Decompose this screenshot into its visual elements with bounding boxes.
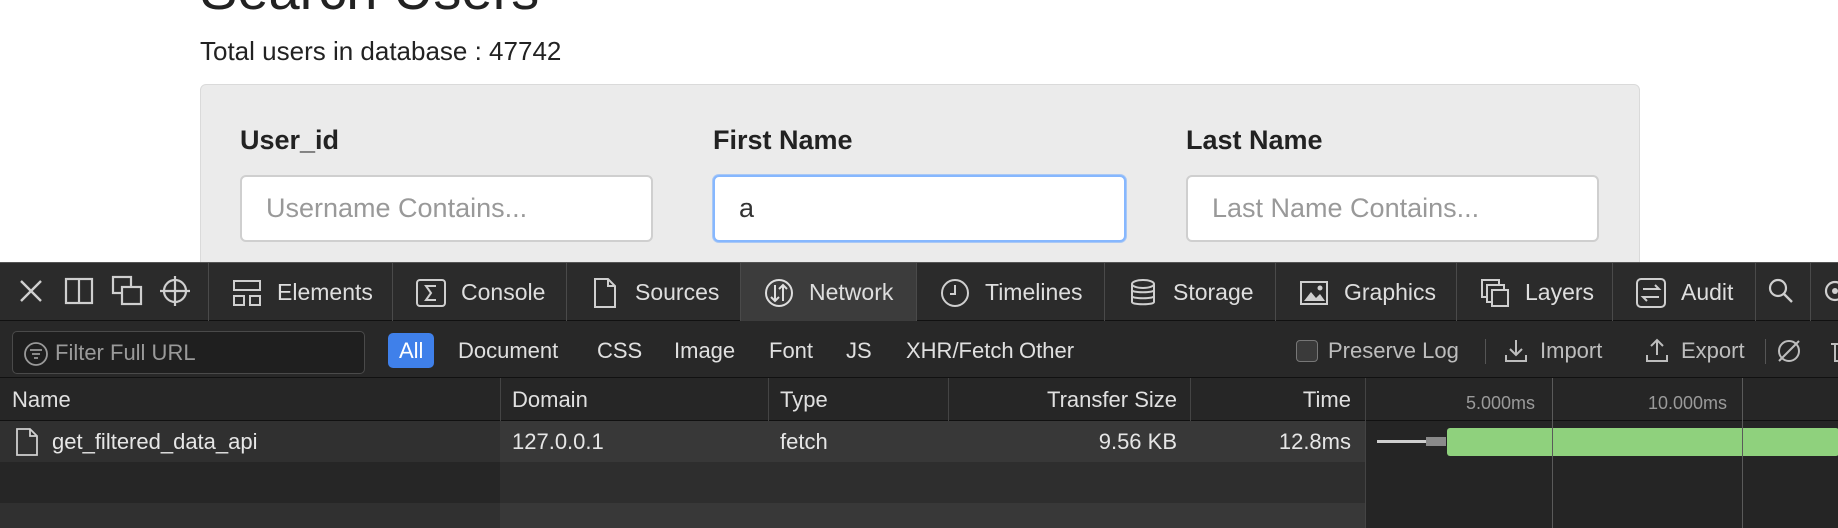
tab-timelines[interactable]: Timelines — [917, 263, 1104, 322]
settings-icon[interactable] — [1818, 274, 1838, 308]
tab-elements-label: Elements — [277, 279, 373, 305]
column-time[interactable]: Time — [1200, 378, 1351, 421]
tab-timelines-label: Timelines — [985, 279, 1083, 305]
column-type[interactable]: Type — [780, 378, 828, 421]
last-name-label: Last Name — [1186, 125, 1323, 155]
clear-network-button[interactable] — [1775, 333, 1803, 368]
preserve-log-toggle[interactable]: Preserve Log — [1296, 333, 1459, 368]
audit-icon — [1636, 277, 1666, 308]
dock-side-icon[interactable] — [62, 274, 96, 308]
elements-icon — [233, 279, 261, 306]
last-name-input[interactable] — [1186, 175, 1599, 242]
console-icon — [416, 278, 446, 307]
search-icon[interactable] — [1764, 274, 1798, 308]
request-domain: 127.0.0.1 — [512, 429, 604, 454]
last-name-field: Last Name — [1186, 125, 1599, 242]
filter-js[interactable]: JS — [835, 333, 883, 368]
network-icon — [765, 278, 793, 307]
filter-icon — [24, 342, 48, 366]
clear-icon — [1778, 339, 1800, 362]
request-type: fetch — [780, 429, 828, 454]
filter-font[interactable]: Font — [758, 333, 824, 368]
sources-icon — [594, 277, 616, 308]
url-filter-input[interactable] — [55, 332, 355, 373]
waterfall-timing-bar[interactable] — [1447, 428, 1838, 456]
user-id-field: User_id — [240, 125, 653, 242]
tab-audit-label: Audit — [1681, 279, 1734, 305]
devtools-tab-bar: Elements Console Sources Network Timelin… — [0, 262, 1838, 322]
table-row-empty — [0, 503, 1365, 528]
tab-network-label: Network — [809, 279, 894, 305]
filter-image[interactable]: Image — [663, 333, 746, 368]
request-name: get_filtered_data_api — [52, 429, 258, 454]
export-button[interactable]: Export — [1643, 333, 1745, 368]
page-title: Search Users — [200, 0, 539, 18]
table-row-empty — [0, 462, 1365, 503]
tab-storage-label: Storage — [1173, 279, 1254, 305]
layers-icon — [1481, 278, 1509, 307]
tab-sources[interactable]: Sources — [567, 263, 740, 322]
export-label: Export — [1681, 337, 1745, 363]
network-filter-bar: All Document CSS Image Font JS XHR/Fetch… — [0, 321, 1838, 378]
waterfall-header: 5.000ms 10.000ms — [1365, 378, 1838, 421]
storage-icon — [1131, 278, 1155, 305]
document-icon — [16, 428, 38, 456]
table-row[interactable]: get_filtered_data_api 127.0.0.1 fetch 9.… — [0, 421, 1365, 462]
tab-sources-label: Sources — [635, 279, 720, 305]
filter-document[interactable]: Document — [447, 333, 569, 368]
trash-icon[interactable] — [1826, 333, 1838, 368]
timeline-tick: 5.000ms — [1466, 393, 1536, 413]
waterfall-area — [1365, 421, 1838, 528]
filter-all[interactable]: All — [388, 333, 435, 368]
first-name-field: First Name — [713, 125, 1126, 242]
tab-graphics[interactable]: Graphics — [1276, 263, 1456, 322]
timeline-tick: 10.000ms — [1648, 393, 1728, 413]
filter-css[interactable]: CSS — [586, 333, 653, 368]
timelines-icon — [941, 278, 969, 307]
export-icon — [1646, 338, 1668, 362]
first-name-input[interactable] — [713, 175, 1126, 242]
devtools-panel: Elements Console Sources Network Timelin… — [0, 262, 1838, 528]
waterfall-wait-segment — [1426, 437, 1446, 446]
import-button[interactable]: Import — [1502, 333, 1602, 368]
user-id-input[interactable] — [240, 175, 653, 242]
column-name[interactable]: Name — [12, 378, 71, 421]
import-icon — [1505, 339, 1527, 362]
graphics-icon — [1300, 280, 1328, 305]
tab-storage[interactable]: Storage — [1105, 263, 1275, 322]
request-time: 12.8ms — [1278, 429, 1351, 454]
first-name-label: First Name — [713, 125, 853, 155]
tab-network[interactable]: Network — [741, 263, 916, 322]
tab-layers[interactable]: Layers — [1457, 263, 1612, 322]
undock-icon[interactable] — [110, 274, 144, 308]
close-icon[interactable] — [14, 274, 48, 308]
request-transfer-size: 9.56 KB — [1098, 429, 1177, 454]
import-label: Import — [1540, 337, 1603, 363]
tab-audit[interactable]: Audit — [1613, 263, 1755, 322]
filter-xhr-fetch[interactable]: XHR/Fetch — [895, 333, 1025, 368]
inspect-icon[interactable] — [158, 274, 192, 308]
tab-console-label: Console — [461, 279, 546, 305]
total-users-count: Total users in database : 47742 — [200, 36, 562, 66]
tab-console[interactable]: Console — [393, 263, 566, 322]
tab-layers-label: Layers — [1525, 279, 1595, 305]
column-transfer-size[interactable]: Transfer Size — [960, 378, 1177, 421]
preserve-log-checkbox[interactable] — [1296, 339, 1318, 362]
column-domain[interactable]: Domain — [512, 378, 588, 421]
tab-elements[interactable]: Elements — [209, 263, 392, 322]
filter-other[interactable]: Other — [1008, 333, 1085, 368]
tab-graphics-label: Graphics — [1344, 279, 1437, 305]
url-filter-field — [12, 331, 365, 374]
preserve-log-label: Preserve Log — [1328, 337, 1459, 363]
user-id-label: User_id — [240, 125, 340, 155]
